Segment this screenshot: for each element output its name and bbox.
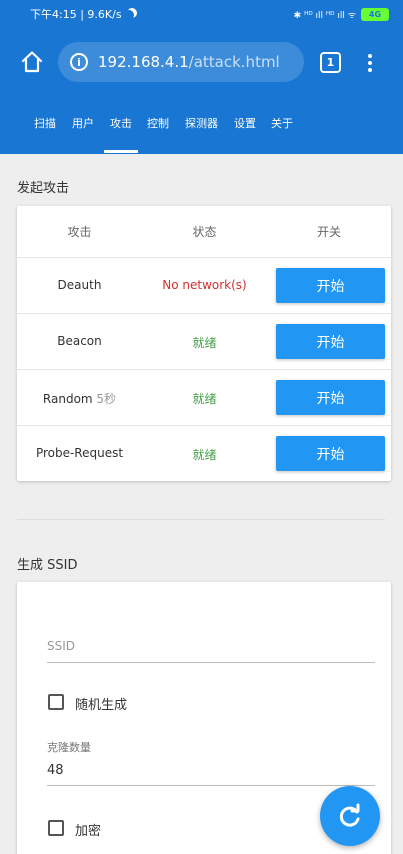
section-divider <box>17 519 385 520</box>
site-nav: 扫描 用户 攻击 控制 探测器 设置 关于 <box>0 98 403 154</box>
url-path: /attack.html <box>188 53 280 71</box>
signal-icons: ✱ ᴴᴰ ıll ᴴᴰ ıll ᯤ <box>293 10 356 21</box>
table-header: 攻击 状态 开关 <box>17 206 391 257</box>
table-row: Deauth No network(s) 开始 <box>17 257 391 313</box>
table-row: Probe-Request 就绪 开始 <box>17 425 391 481</box>
home-icon <box>21 51 43 73</box>
attack-duration: 5秒 <box>92 392 117 406</box>
refresh-icon <box>339 803 360 827</box>
attack-status: 就绪 <box>192 448 217 462</box>
clone-count-input[interactable]: 48 <box>47 763 64 778</box>
header-toggle: 开关 <box>316 225 341 239</box>
attack-section-title: 发起攻击 <box>17 181 70 196</box>
attack-name-text: Beacon <box>57 334 102 348</box>
status-left: 下午4:15 | 9.6K/s <box>30 6 136 22</box>
attack-status: No network(s) <box>162 278 247 292</box>
nav-item-detector[interactable]: 探测器 <box>185 115 218 131</box>
start-button-probe-request[interactable]: 开始 <box>276 436 385 471</box>
random-checkbox-label[interactable]: 随机生成 <box>75 694 127 713</box>
battery-icon: 4G <box>361 7 389 21</box>
attack-name-text: Random <box>42 392 93 406</box>
attack-name-text: Deauth <box>57 278 102 292</box>
table-row: Random 5秒 就绪 开始 <box>17 369 391 425</box>
url-host: 192.168.4.1 <box>98 53 189 71</box>
attack-name-text: Probe-Request <box>35 446 124 460</box>
attack-status: 就绪 <box>192 336 217 350</box>
encrypt-checkbox-label[interactable]: 加密 <box>75 820 101 839</box>
nav-item-users[interactable]: 用户 <box>72 115 94 131</box>
nav-item-settings[interactable]: 设置 <box>234 115 256 131</box>
attack-name: Beacon <box>17 334 142 348</box>
nav-item-scan[interactable]: 扫描 <box>34 115 56 131</box>
home-button[interactable] <box>18 48 46 76</box>
ssid-input-underline <box>47 662 375 663</box>
header-status: 状态 <box>192 225 217 239</box>
ssid-section-title: 生成 SSID <box>17 558 78 573</box>
random-checkbox[interactable] <box>48 694 64 710</box>
attack-name: Random 5秒 <box>17 390 142 407</box>
attack-status: 就绪 <box>192 392 217 406</box>
nav-item-about[interactable]: 关于 <box>271 115 293 131</box>
tab-count-button[interactable]: 1 <box>320 52 341 73</box>
active-tab-indicator <box>104 150 138 153</box>
header-attack: 攻击 <box>67 225 92 239</box>
ssid-input[interactable]: SSID <box>47 639 75 653</box>
status-time-speed: 下午4:15 | 9.6K/s <box>30 8 122 21</box>
more-vert-icon[interactable] <box>364 50 376 76</box>
clone-count-underline <box>47 785 375 786</box>
moon-icon <box>124 10 134 20</box>
nav-item-attack[interactable]: 攻击 <box>110 115 132 131</box>
attack-name: Deauth <box>17 278 142 292</box>
start-button-deauth[interactable]: 开始 <box>276 268 385 303</box>
clone-count-label: 克隆数量 <box>47 741 91 754</box>
table-row: Beacon 就绪 开始 <box>17 313 391 369</box>
attack-table: 攻击 状态 开关 Deauth No network(s) 开始 Beacon … <box>17 206 391 481</box>
url-bar[interactable]: i 192.168.4.1/attack.html <box>58 42 304 82</box>
refresh-fab[interactable] <box>320 786 380 846</box>
info-icon[interactable]: i <box>70 53 88 71</box>
start-button-beacon[interactable]: 开始 <box>276 324 385 359</box>
attack-name: Probe-Request <box>17 446 142 460</box>
encrypt-checkbox[interactable] <box>48 820 64 836</box>
browser-toolbar: i 192.168.4.1/attack.html 1 <box>0 28 403 98</box>
status-right: ✱ ᴴᴰ ıll ᴴᴰ ıll ᯤ 4G <box>293 7 389 21</box>
status-bar: 下午4:15 | 9.6K/s ✱ ᴴᴰ ıll ᴴᴰ ıll ᯤ 4G <box>0 0 403 28</box>
start-button-random[interactable]: 开始 <box>276 380 385 415</box>
nav-item-control[interactable]: 控制 <box>147 115 169 131</box>
